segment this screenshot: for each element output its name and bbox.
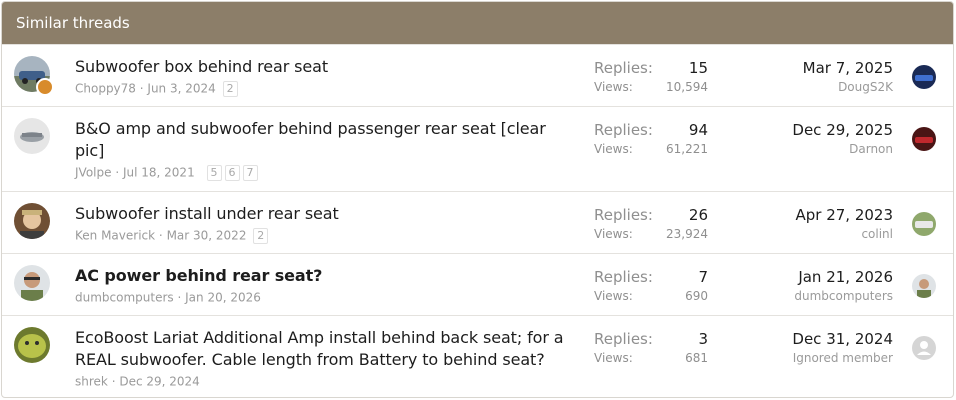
badge-icon <box>36 78 54 96</box>
last-user-avatar[interactable] <box>912 127 936 151</box>
thread-author[interactable]: Choppy78 <box>75 82 136 96</box>
last-post-date[interactable]: Dec 31, 2024 <box>792 329 893 349</box>
views-label: Views: <box>594 351 633 365</box>
last-post-user[interactable]: DougS2K <box>803 79 893 95</box>
replies-count: 15 <box>688 59 708 77</box>
thread-row: B&O amp and subwoofer behind passenger r… <box>2 106 953 191</box>
views-count: 690 <box>685 289 708 303</box>
last-post-date[interactable]: Apr 27, 2023 <box>795 205 893 225</box>
thread-title[interactable]: Subwoofer box behind rear seat <box>75 56 570 78</box>
views-label: Views: <box>594 142 633 156</box>
default-user-icon <box>912 336 936 360</box>
replies-count: 3 <box>698 330 708 348</box>
thread-author[interactable]: dumbcomputers <box>75 291 174 305</box>
views-count: 10,594 <box>666 80 708 94</box>
page-link[interactable]: 6 <box>224 164 240 181</box>
views-count: 681 <box>685 351 708 365</box>
replies-count: 26 <box>688 206 708 224</box>
similar-threads-block: Similar threads Subwoofer box behind rea… <box>1 1 954 398</box>
views-count: 23,924 <box>666 227 708 241</box>
page-link[interactable]: 2 <box>253 227 269 244</box>
last-post-date[interactable]: Dec 29, 2025 <box>792 120 893 140</box>
page-link[interactable]: 2 <box>222 80 238 97</box>
thread-row: EcoBoost Lariat Additional Amp install b… <box>2 315 953 397</box>
thread-title[interactable]: AC power behind rear seat? <box>75 265 570 287</box>
thread-row: AC power behind rear seat? dumbcomputers… <box>2 253 953 315</box>
replies-count: 7 <box>698 268 708 286</box>
replies-label: Replies: <box>594 330 653 348</box>
thread-title-line: pic] <box>75 141 105 160</box>
thread-start-date[interactable]: Dec 29, 2024 <box>119 375 199 389</box>
thread-start-date[interactable]: Mar 30, 2022 <box>167 229 247 243</box>
last-user-avatar[interactable] <box>912 65 936 89</box>
views-count: 61,221 <box>666 142 708 156</box>
author-avatar[interactable] <box>14 265 50 301</box>
page-link[interactable]: 7 <box>242 164 258 181</box>
page-link[interactable]: 5 <box>206 164 222 181</box>
thread-title[interactable]: EcoBoost Lariat Additional Amp install b… <box>75 327 570 371</box>
thread-author[interactable]: JVolpe <box>75 166 112 180</box>
thread-author[interactable]: shrek <box>75 375 108 389</box>
author-avatar[interactable] <box>14 327 50 363</box>
thread-title[interactable]: Subwoofer install under rear seat <box>75 203 570 225</box>
last-post-user[interactable]: dumbcomputers <box>794 288 893 304</box>
thread-author[interactable]: Ken Maverick <box>75 229 155 243</box>
thread-row: Subwoofer install under rear seat Ken Ma… <box>2 191 953 253</box>
last-post-date[interactable]: Jan 21, 2026 <box>794 267 893 287</box>
last-user-avatar[interactable] <box>912 274 936 298</box>
thread-start-date[interactable]: Jun 3, 2024 <box>147 82 215 96</box>
last-user-avatar[interactable] <box>912 212 936 236</box>
block-header: Similar threads <box>2 2 953 44</box>
thread-title-line: REAL subwoofer. Cable length from Batter… <box>75 350 545 369</box>
views-label: Views: <box>594 289 633 303</box>
author-avatar[interactable] <box>14 118 50 154</box>
replies-label: Replies: <box>594 268 653 286</box>
thread-title-line: EcoBoost Lariat Additional Amp install b… <box>75 328 564 347</box>
last-post-user[interactable]: Darnon <box>792 141 893 157</box>
last-post-date[interactable]: Mar 7, 2025 <box>803 58 893 78</box>
thread-row: Subwoofer box behind rear seat Choppy78 … <box>2 44 953 106</box>
replies-label: Replies: <box>594 59 653 77</box>
views-label: Views: <box>594 227 633 241</box>
thread-title[interactable]: B&O amp and subwoofer behind passenger r… <box>75 118 570 162</box>
views-label: Views: <box>594 80 633 94</box>
thread-title-line: B&O amp and subwoofer behind passenger r… <box>75 119 546 138</box>
thread-start-date[interactable]: Jan 20, 2026 <box>185 291 261 305</box>
last-post-user[interactable]: colinl <box>795 226 893 242</box>
replies-count: 94 <box>688 121 708 139</box>
replies-label: Replies: <box>594 206 653 224</box>
last-post-user[interactable]: Ignored member <box>792 350 893 366</box>
replies-label: Replies: <box>594 121 653 139</box>
author-avatar[interactable] <box>14 203 50 239</box>
thread-start-date[interactable]: Jul 18, 2021 <box>123 166 195 180</box>
block-title: Similar threads <box>16 14 130 32</box>
